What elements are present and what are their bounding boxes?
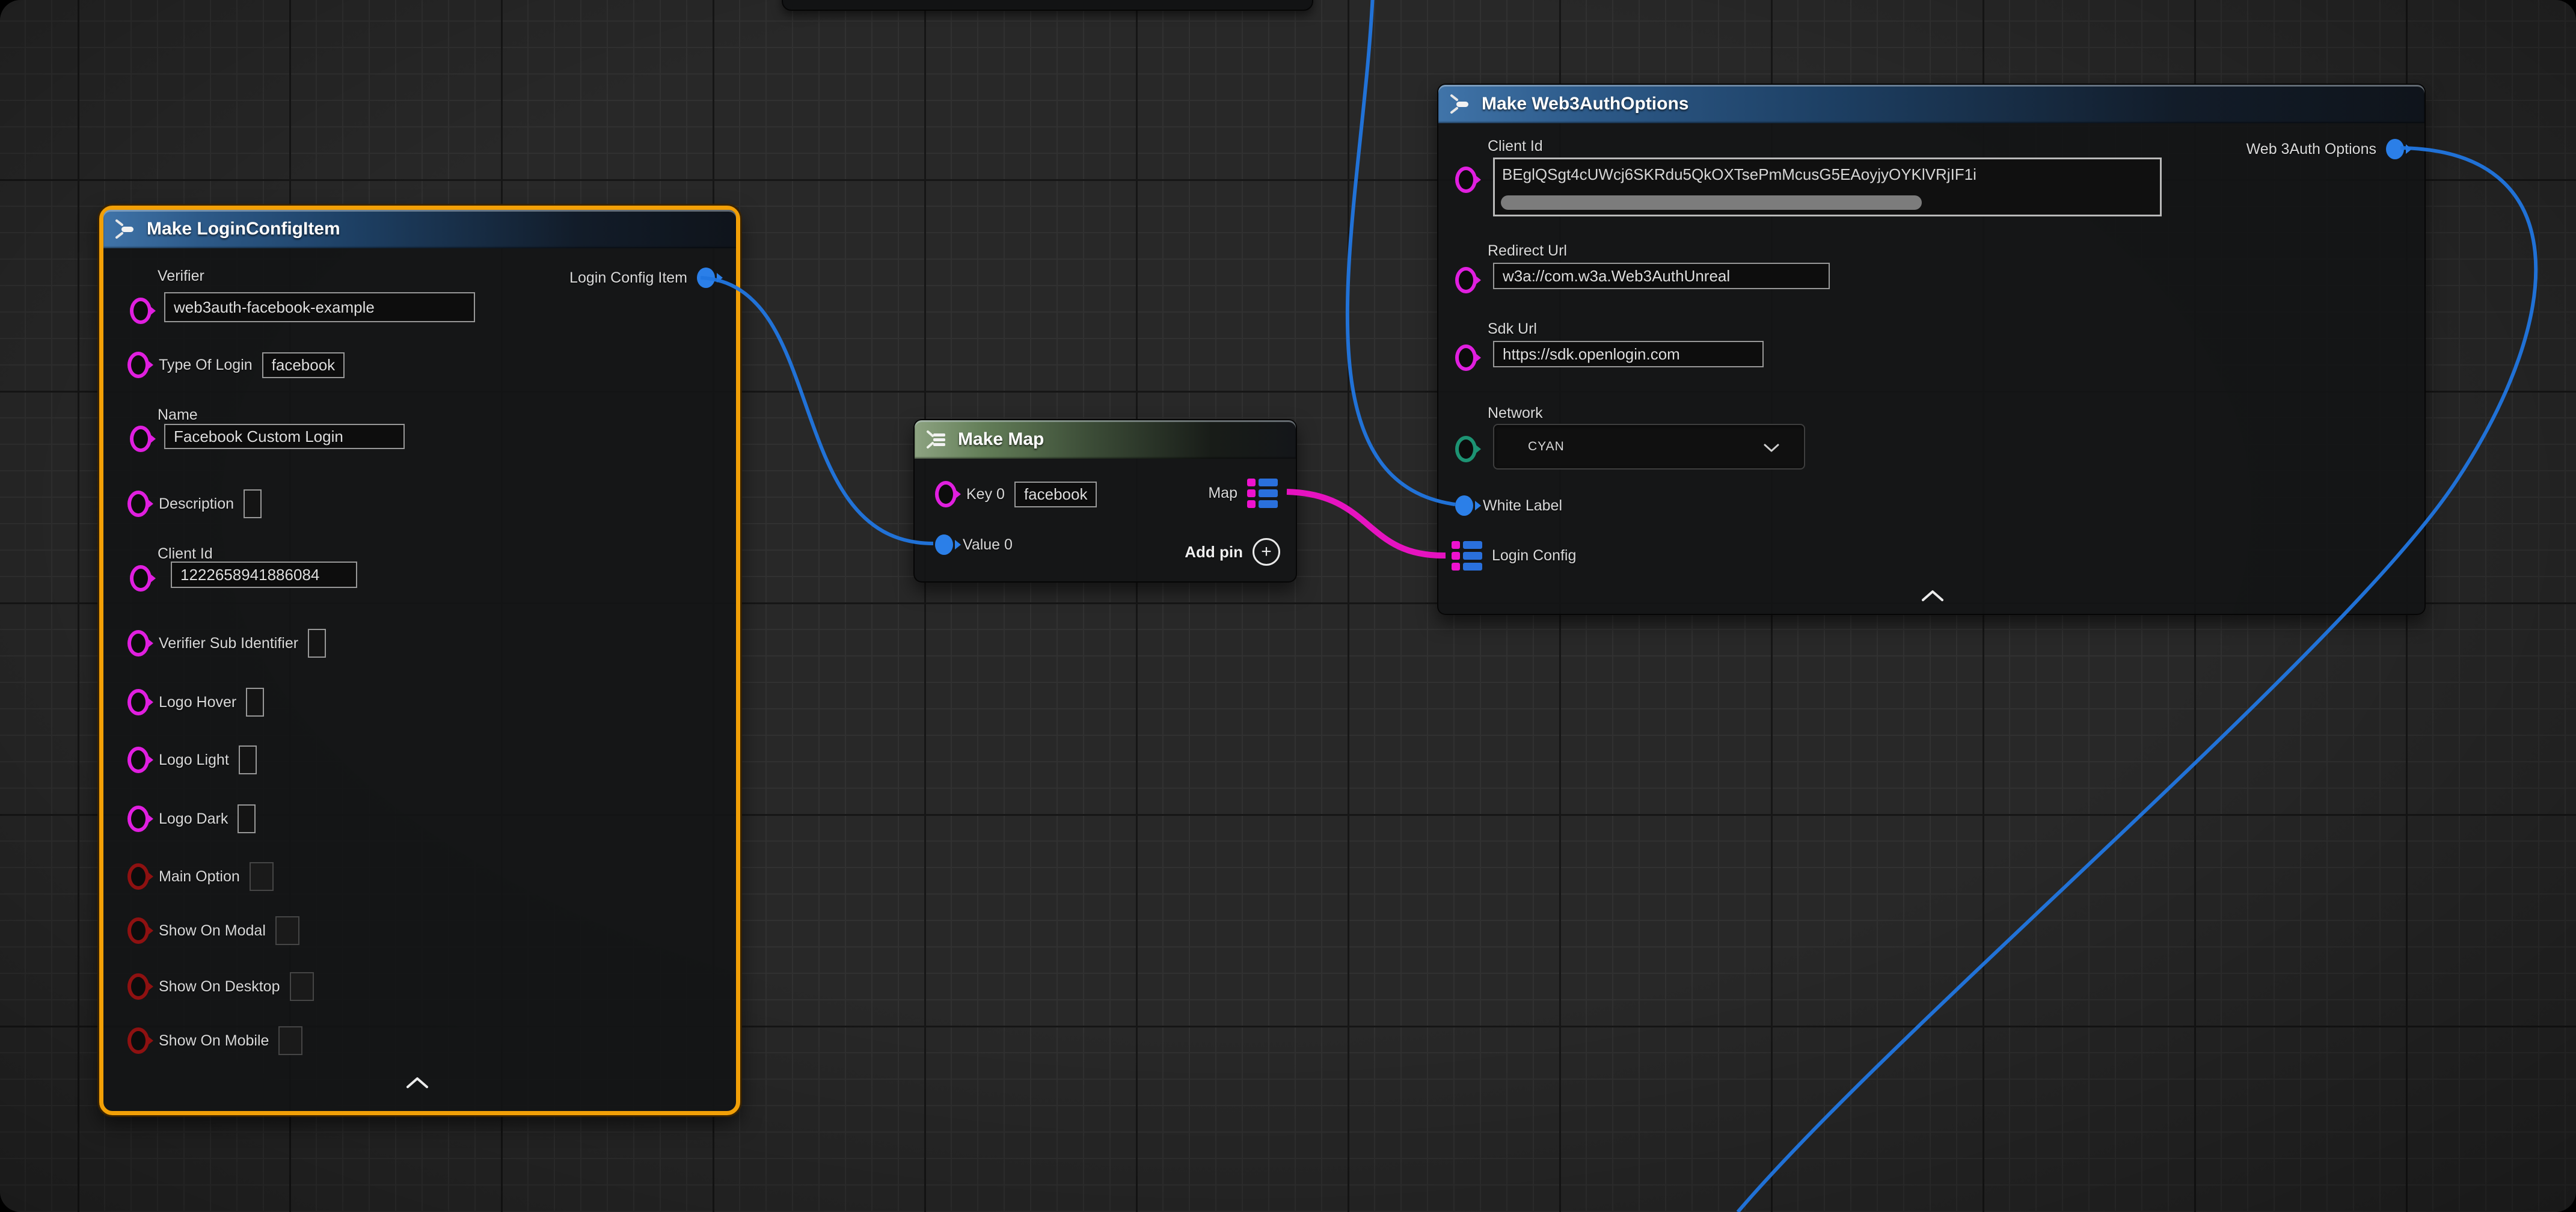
- wire-offscreen-to-whitelabel[interactable]: [1348, 0, 1455, 504]
- blueprint-canvas[interactable]: Make LoginConfigItem Login Config Item V…: [0, 0, 2576, 1212]
- wire-map-to-loginconfig[interactable]: [1287, 492, 1446, 556]
- wire-loginconfigitem-to-value0[interactable]: [701, 278, 933, 543]
- wire-web3authoptions-to-offscreen[interactable]: [1738, 148, 2536, 1212]
